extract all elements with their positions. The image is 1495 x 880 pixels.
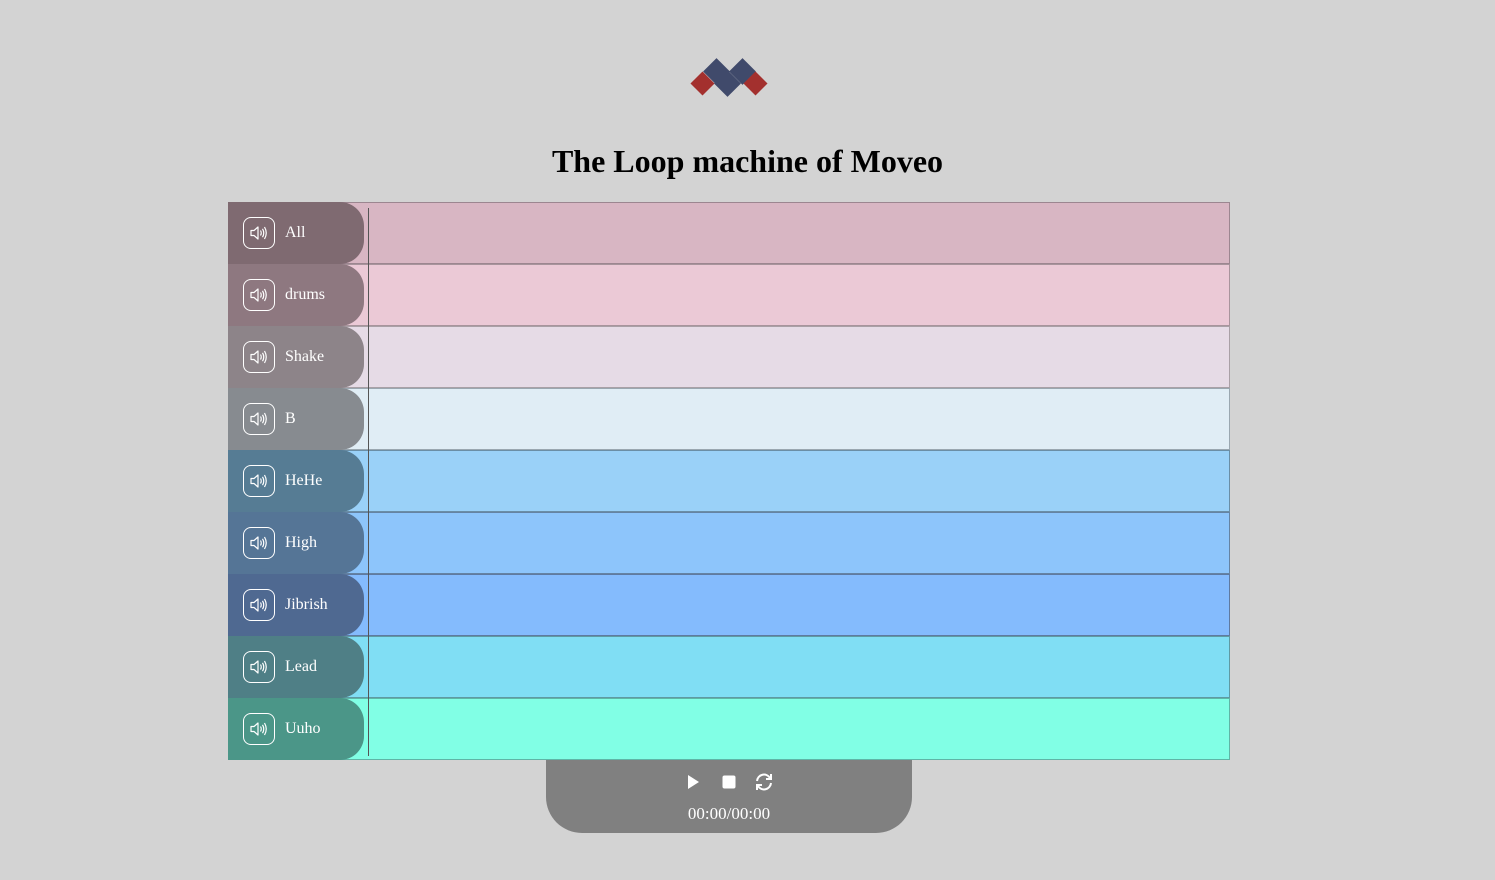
track-row: Uuho xyxy=(228,698,1230,760)
track-row: drums xyxy=(228,264,1230,326)
track-label: High xyxy=(285,534,317,551)
speaker-icon xyxy=(250,598,267,612)
loop-icon xyxy=(756,773,772,791)
track-row: Lead xyxy=(228,636,1230,698)
moveo-logo xyxy=(690,58,768,97)
mute-button[interactable] xyxy=(243,403,275,435)
track-header: High xyxy=(228,512,364,574)
stop-button[interactable] xyxy=(718,771,740,793)
mute-button[interactable] xyxy=(243,217,275,249)
mute-button[interactable] xyxy=(243,589,275,621)
speaker-icon xyxy=(250,722,267,736)
track-label: drums xyxy=(285,286,325,303)
track-lane[interactable] xyxy=(228,264,1230,326)
playhead-cursor[interactable] xyxy=(368,208,369,756)
track-label: Lead xyxy=(285,658,317,675)
playback-controls: 00:00/00:00 xyxy=(546,760,912,833)
speaker-icon xyxy=(250,474,267,488)
track-row: B xyxy=(228,388,1230,450)
track-board: All drums Shake B HeHe High Jibrish Lead Uuho xyxy=(228,202,1230,760)
play-button[interactable] xyxy=(682,771,704,793)
track-label: All xyxy=(285,224,306,241)
speaker-icon xyxy=(250,350,267,364)
track-label: B xyxy=(285,410,296,427)
mute-button[interactable] xyxy=(243,465,275,497)
speaker-icon xyxy=(250,412,267,426)
mute-button[interactable] xyxy=(243,341,275,373)
mute-button[interactable] xyxy=(243,713,275,745)
track-header: Shake xyxy=(228,326,364,388)
track-lane[interactable] xyxy=(228,326,1230,388)
track-header: Lead xyxy=(228,636,364,698)
speaker-icon xyxy=(250,288,267,302)
play-icon xyxy=(688,775,699,789)
track-row: Jibrish xyxy=(228,574,1230,636)
time-display: 00:00/00:00 xyxy=(687,804,771,823)
track-header: drums xyxy=(228,264,364,326)
speaker-icon xyxy=(250,660,267,674)
loop-button[interactable] xyxy=(753,771,775,793)
track-label: Jibrish xyxy=(285,596,328,613)
mute-button[interactable] xyxy=(243,279,275,311)
track-row: High xyxy=(228,512,1230,574)
track-label: Shake xyxy=(285,348,325,365)
track-lane[interactable] xyxy=(228,574,1230,636)
track-lane[interactable] xyxy=(228,388,1230,450)
track-header: Uuho xyxy=(228,698,364,760)
mute-button[interactable] xyxy=(243,651,275,683)
track-lane[interactable] xyxy=(228,512,1230,574)
track-lane[interactable] xyxy=(228,698,1230,760)
track-label: Uuho xyxy=(285,720,321,737)
track-header: B xyxy=(228,388,364,450)
track-row: Shake xyxy=(228,326,1230,388)
track-lane[interactable] xyxy=(228,202,1230,264)
mute-button[interactable] xyxy=(243,527,275,559)
track-row: HeHe xyxy=(228,450,1230,512)
track-header: Jibrish xyxy=(228,574,364,636)
stop-icon xyxy=(722,775,736,789)
track-header: HeHe xyxy=(228,450,364,512)
track-header: All xyxy=(228,202,364,264)
track-lane[interactable] xyxy=(228,636,1230,698)
page-title: The Loop machine of Moveo xyxy=(551,143,944,179)
track-row: All xyxy=(228,202,1230,264)
track-label: HeHe xyxy=(285,472,323,489)
speaker-icon xyxy=(250,536,267,550)
track-lane[interactable] xyxy=(228,450,1230,512)
speaker-icon xyxy=(250,226,267,240)
